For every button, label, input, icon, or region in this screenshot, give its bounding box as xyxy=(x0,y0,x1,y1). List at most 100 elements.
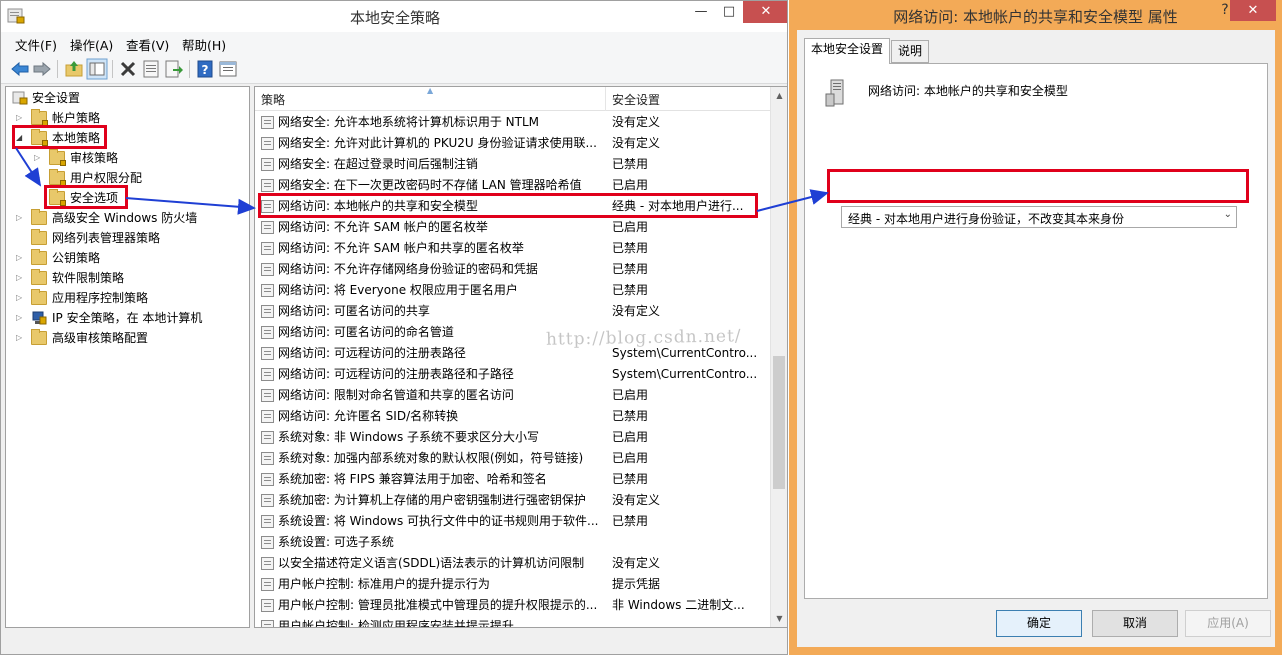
policy-name: 网络访问: 不允许 SAM 帐户和共享的匿名枚举 xyxy=(278,241,524,255)
forward-arrow-icon[interactable] xyxy=(31,58,53,80)
policy-icon xyxy=(261,578,274,591)
tree-pane: 安全设置 ▷ 帐户策略 ◢ 本地策略 ▷ 审核策略 ▷ 用户权限分配 安全选项 xyxy=(5,86,250,628)
table-row[interactable]: 网络安全: 允许对此计算机的 PKU2U 身份验证请求使用联... 没有定义 xyxy=(255,133,771,154)
table-row[interactable]: 网络访问: 可匿名访问的共享 没有定义 xyxy=(255,301,771,322)
main-titlebar[interactable]: 本地安全策略 — □ ✕ xyxy=(1,1,787,32)
table-row[interactable]: 系统加密: 为计算机上存储的用户密钥强制进行强密钥保护 没有定义 xyxy=(255,490,771,511)
policy-name: 以安全描述符定义语言(SDDL)语法表示的计算机访问限制 xyxy=(278,556,585,570)
tree-item-label: 软件限制策略 xyxy=(52,271,125,285)
ok-button[interactable]: 确定 xyxy=(996,610,1082,637)
tab-local-security-setting[interactable]: 本地安全设置 xyxy=(804,38,891,64)
policy-setting: 已禁用 xyxy=(612,283,649,297)
export-list-icon[interactable] xyxy=(163,58,185,80)
table-row[interactable]: 网络访问: 允许匿名 SID/名称转换 已禁用 xyxy=(255,406,771,427)
minimize-button[interactable]: — xyxy=(687,1,715,23)
tab-explain[interactable]: 说明 xyxy=(891,40,930,63)
highlight-local-policies xyxy=(12,125,107,149)
tree-item-label: 安全设置 xyxy=(32,91,81,105)
toolbar-separator xyxy=(57,60,58,78)
policy-icon xyxy=(261,368,274,381)
table-row[interactable]: 用户帐户控制: 标准用户的提升提示行为 提示凭据 xyxy=(255,574,771,595)
tree-item-label: 应用程序控制策略 xyxy=(52,291,149,305)
table-row[interactable]: 用户帐户控制: 检测应用程序安装并提示提升 xyxy=(255,616,771,627)
policy-icon xyxy=(261,347,274,360)
chevron-right-icon[interactable]: ▷ xyxy=(34,148,44,168)
policy-name: 网络访问: 可远程访问的注册表路径和子路径 xyxy=(278,367,514,381)
policy-icon xyxy=(261,326,274,339)
chevron-right-icon[interactable]: ▷ xyxy=(16,308,26,328)
table-row[interactable]: 系统对象: 加强内部系统对象的默认权限(例如，符号链接) 已启用 xyxy=(255,448,771,469)
table-row[interactable]: 网络访问: 不允许 SAM 帐户和共享的匿名枚举 已禁用 xyxy=(255,238,771,259)
policy-setting: 已禁用 xyxy=(612,409,649,423)
table-row[interactable]: 系统设置: 将 Windows 可执行文件中的证书规则用于软件... 已禁用 xyxy=(255,511,771,532)
model-select[interactable]: 经典 - 对本地用户进行身份验证，不改变其本来身份 ⌄ xyxy=(841,206,1237,228)
policy-setting: 已禁用 xyxy=(612,472,649,486)
folder-icon xyxy=(49,149,66,166)
apply-button[interactable]: 应用(A) xyxy=(1185,610,1271,637)
view-icon[interactable] xyxy=(217,58,239,80)
cancel-button[interactable]: 取消 xyxy=(1092,610,1178,637)
policy-setting: 没有定义 xyxy=(612,493,661,507)
dialog-close-button[interactable]: ✕ xyxy=(1230,0,1276,21)
policy-name: 系统对象: 加强内部系统对象的默认权限(例如，符号链接) xyxy=(278,451,584,465)
policy-setting: 非 Windows 二进制文... xyxy=(612,598,745,612)
chevron-down-icon[interactable]: ⌄ xyxy=(1224,209,1232,220)
table-row[interactable]: 系统加密: 将 FIPS 兼容算法用于加密、哈希和签名 已禁用 xyxy=(255,469,771,490)
highlight-combo xyxy=(827,169,1249,203)
policy-setting: 没有定义 xyxy=(612,136,661,150)
up-folder-icon[interactable] xyxy=(63,58,85,80)
help-icon[interactable]: ? xyxy=(194,58,216,80)
table-row[interactable]: 系统对象: 非 Windows 子系统不要求区分大小写 已启用 xyxy=(255,427,771,448)
tree-item-label: IP 安全策略，在 本地计算机 xyxy=(52,311,203,325)
menu-action[interactable]: 操作(A) xyxy=(70,35,113,54)
table-row[interactable]: 网络访问: 不允许 SAM 帐户的匿名枚举 已启用 xyxy=(255,217,771,238)
scroll-down-icon[interactable]: ▼ xyxy=(771,610,787,627)
column-divider[interactable] xyxy=(605,87,606,111)
close-button[interactable]: ✕ xyxy=(743,1,787,23)
menu-file[interactable]: 文件(F) xyxy=(15,35,57,54)
table-row[interactable]: 网络访问: 将 Everyone 权限应用于匿名用户 已禁用 xyxy=(255,280,771,301)
policy-icon xyxy=(261,242,274,255)
tree-item-label: 高级安全 Windows 防火墙 xyxy=(52,211,198,225)
table-row[interactable]: 系统设置: 可选子系统 xyxy=(255,532,771,553)
delete-icon[interactable] xyxy=(117,58,139,80)
policy-icon xyxy=(261,557,274,570)
tree-item-label: 高级审核策略配置 xyxy=(52,331,149,345)
column-header-policy[interactable]: 策略 xyxy=(261,91,285,108)
policy-name: 网络访问: 将 Everyone 权限应用于匿名用户 xyxy=(278,283,518,297)
back-arrow-icon[interactable] xyxy=(9,58,31,80)
policy-name: 网络访问: 不允许 SAM 帐户的匿名枚举 xyxy=(278,220,488,234)
table-row[interactable]: 网络安全: 在超过登录时间后强制注销 已禁用 xyxy=(255,154,771,175)
toolbar-separator xyxy=(189,60,190,78)
policy-icon xyxy=(261,452,274,465)
tree-item-label: 网络列表管理器策略 xyxy=(52,231,161,245)
policy-icon xyxy=(261,263,274,276)
policy-setting: 没有定义 xyxy=(612,115,661,129)
vertical-scrollbar[interactable]: ▲ ▼ xyxy=(770,87,787,627)
policy-name: 系统对象: 非 Windows 子系统不要求区分大小写 xyxy=(278,430,540,444)
table-row[interactable]: 用户帐户控制: 管理员批准模式中管理员的提升权限提示的... 非 Windows … xyxy=(255,595,771,616)
table-row[interactable]: 网络安全: 允许本地系统将计算机标识用于 NTLM 没有定义 xyxy=(255,112,771,133)
chevron-right-icon[interactable]: ▷ xyxy=(34,168,44,188)
chevron-right-icon[interactable]: ▷ xyxy=(16,208,26,228)
scroll-up-icon[interactable]: ▲ xyxy=(771,87,787,104)
chevron-right-icon[interactable]: ▷ xyxy=(16,328,26,348)
policy-icon xyxy=(261,620,274,627)
policy-icon xyxy=(261,494,274,507)
maximize-button[interactable]: □ xyxy=(715,1,743,23)
table-row[interactable]: 网络访问: 可远程访问的注册表路径和子路径 System\CurrentContr… xyxy=(255,364,771,385)
table-row[interactable]: 网络访问: 限制对命名管道和共享的匿名访问 已启用 xyxy=(255,385,771,406)
menu-view[interactable]: 查看(V) xyxy=(126,35,169,54)
status-area xyxy=(1,629,787,654)
policy-name: 网络安全: 在超过登录时间后强制注销 xyxy=(278,157,478,171)
table-row[interactable]: 网络访问: 不允许存储网络身份验证的密码和凭据 已禁用 xyxy=(255,259,771,280)
chevron-right-icon[interactable]: ▷ xyxy=(16,268,26,288)
column-header-setting[interactable]: 安全设置 xyxy=(612,91,660,108)
scrollbar-thumb[interactable] xyxy=(773,356,785,489)
properties-icon[interactable] xyxy=(140,58,162,80)
chevron-right-icon[interactable]: ▷ xyxy=(16,288,26,308)
table-row[interactable]: 以安全描述符定义语言(SDDL)语法表示的计算机访问限制 没有定义 xyxy=(255,553,771,574)
menu-help[interactable]: 帮助(H) xyxy=(182,35,226,54)
chevron-right-icon[interactable]: ▷ xyxy=(16,248,26,268)
show-tree-icon[interactable] xyxy=(86,58,108,80)
